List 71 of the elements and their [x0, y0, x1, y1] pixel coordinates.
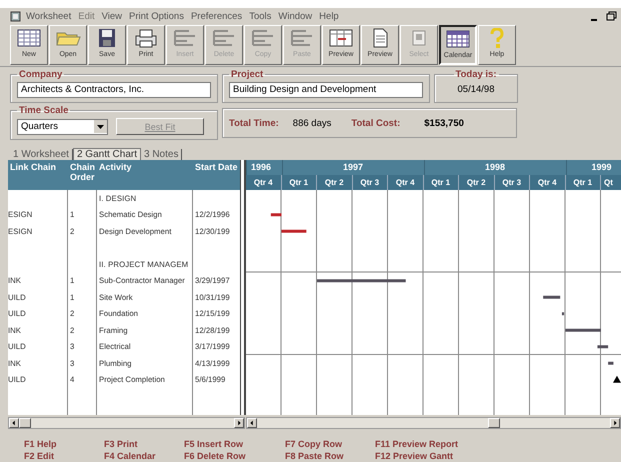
gantt-bar[interactable]	[608, 362, 614, 365]
quarter-header: Qtr 1	[282, 175, 317, 190]
milestone-marker[interactable]	[612, 376, 621, 383]
column-header[interactable]: Activity	[97, 160, 193, 190]
shortcut-hint: F12 Preview Gantt	[375, 450, 454, 462]
shortcut-hint: F11 Preview Report	[375, 438, 458, 450]
time-scale-dropdown[interactable]: Quarters	[17, 118, 108, 134]
scroll-left-icon[interactable]	[247, 418, 257, 428]
scroll-left-icon[interactable]	[9, 418, 19, 428]
quarter-header: Qtr 3	[352, 175, 388, 190]
quarter-header: Qtr 3	[494, 175, 530, 190]
shortcut-hint: F8 Paste Row	[285, 450, 345, 462]
app-icon[interactable]	[10, 10, 21, 22]
shortcut-hint: F6 Delete Row	[184, 450, 247, 462]
gantt-bar[interactable]	[597, 345, 608, 348]
lines-icon	[211, 28, 237, 48]
lines-icon	[250, 28, 276, 48]
scroll-right-icon[interactable]	[234, 418, 244, 428]
shortcut-hint: F1 Help	[24, 438, 58, 450]
group-label: Project	[230, 69, 264, 80]
restore-icon[interactable]	[606, 11, 617, 21]
scrollbar[interactable]	[246, 417, 621, 429]
column-header[interactable]: Link Chain	[8, 160, 68, 190]
shortcut-hint: F4 Calendar	[104, 450, 157, 462]
quarter-header: Qtr 1	[566, 175, 601, 190]
total-time-label: Total Time:	[229, 118, 279, 128]
quarter-header: Qtr 2	[317, 175, 352, 190]
printer-icon	[133, 28, 159, 48]
lines-icon	[172, 28, 198, 48]
scroll-thumb[interactable]	[19, 418, 31, 428]
project-field[interactable]: Building Design and Development	[229, 82, 423, 98]
column-header[interactable]: Chain Order	[68, 160, 97, 190]
shortcut-hint: F5 Insert Row	[184, 438, 244, 450]
lines-icon	[289, 28, 315, 48]
gantt-bar[interactable]	[566, 328, 601, 332]
total-cost-label: Total Cost:	[351, 118, 400, 128]
menu-item[interactable]: Worksheet	[26, 10, 72, 22]
gantt-bar[interactable]	[317, 279, 406, 282]
menu-item[interactable]: Preferences	[190, 10, 242, 22]
quarter-header: Qtr 2	[459, 175, 494, 190]
group-label: Time Scale	[18, 105, 70, 116]
shortcut-hint: F3 Print	[104, 438, 139, 450]
total-cost-value: $153,750	[424, 118, 464, 128]
menu-item[interactable]: Print Options	[129, 10, 184, 22]
column-header[interactable]: Start Date	[193, 160, 240, 190]
shortcut-hint: F2 Edit	[24, 450, 56, 462]
grid-icon	[16, 28, 42, 48]
chart-icon	[328, 28, 354, 48]
total-time-value: 886 days	[292, 118, 332, 128]
gantt-bar[interactable]	[270, 213, 282, 216]
menu-item[interactable]: Help	[319, 10, 339, 22]
quarter-header: Qtr 4	[388, 175, 424, 190]
group-label: Today is:	[454, 69, 498, 80]
menu-item[interactable]: Window	[278, 10, 312, 22]
shortcut-hint: F7 Copy Row	[285, 438, 344, 450]
quarter-header: Qtr 4	[246, 175, 282, 190]
scrollbar[interactable]	[8, 417, 245, 429]
scroll-right-icon[interactable]	[610, 418, 620, 428]
quarter-header: Qtr 1	[424, 175, 459, 190]
today-date: 05/14/98	[456, 83, 496, 97]
gantt-bar[interactable]	[543, 296, 560, 299]
quarter-header: Qt	[601, 175, 621, 190]
gantt-bar[interactable]	[562, 312, 564, 316]
group-label: Company	[18, 69, 64, 80]
quarter-header: Qtr 4	[530, 175, 566, 190]
menu-item[interactable]: Tools	[249, 10, 272, 22]
tab[interactable]: 2 Gantt Chart	[72, 148, 141, 160]
company-field[interactable]: Architects & Contractors, Inc.	[17, 82, 211, 98]
menu-item[interactable]: View	[102, 10, 122, 22]
calendar-icon	[445, 29, 471, 49]
scroll-thumb[interactable]	[488, 418, 500, 428]
